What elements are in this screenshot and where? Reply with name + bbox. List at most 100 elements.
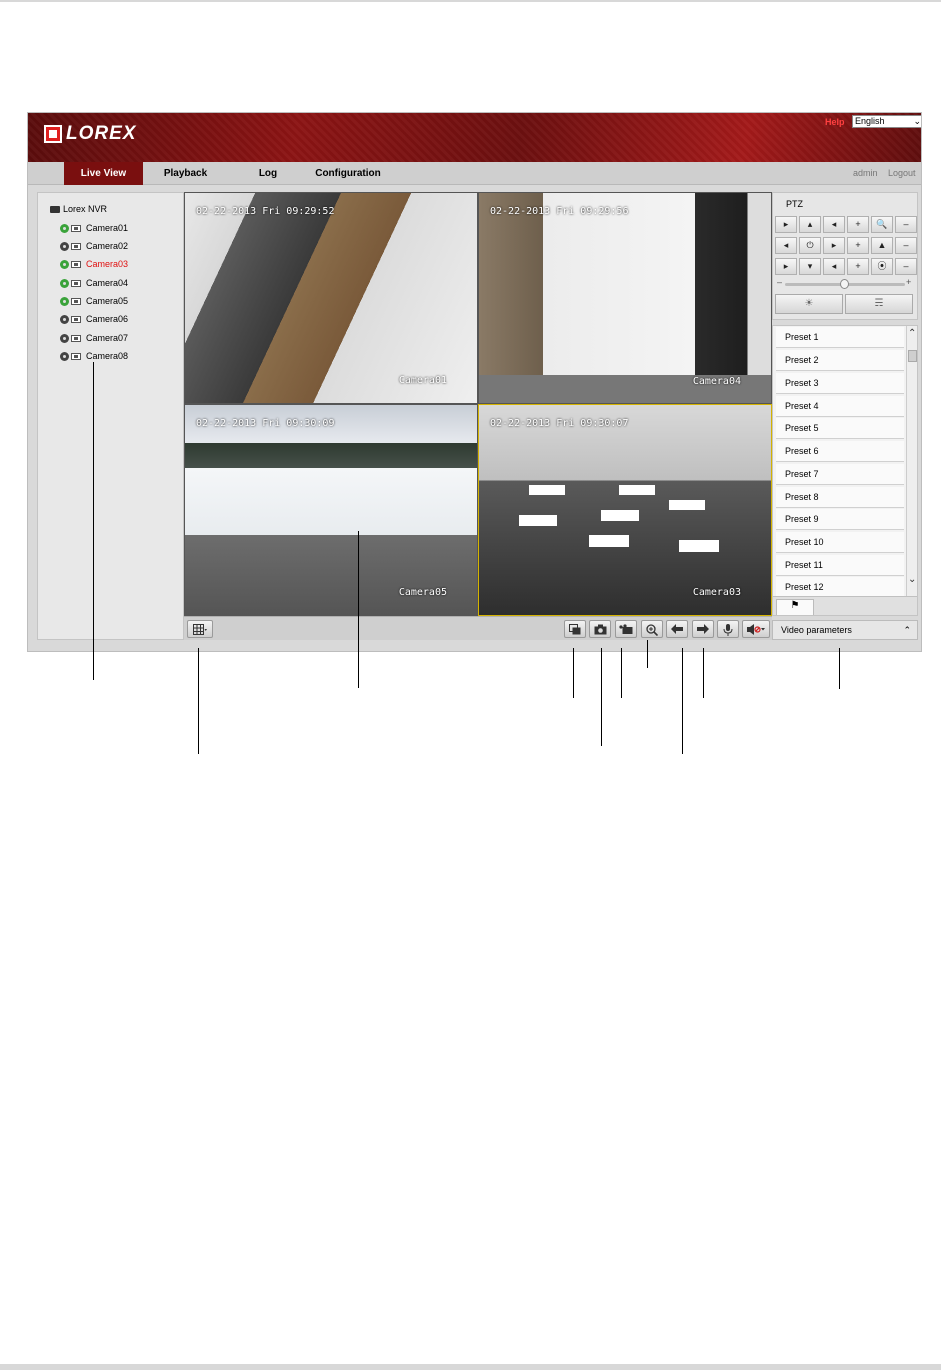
logo-text: LOREX: [66, 123, 137, 144]
ptz-left-button[interactable]: ◂: [775, 237, 797, 254]
iris-minus-button[interactable]: –: [895, 258, 917, 275]
camera-status-icon: [60, 278, 69, 288]
next-page-button[interactable]: [692, 620, 714, 638]
scrollbar-thumb[interactable]: [908, 350, 917, 362]
video-tile-3[interactable]: 02-22-2013 Fri 09:30:09 Camera05: [184, 404, 478, 616]
video-timestamp: 02-22-2013 Fri 09:29:52: [196, 206, 335, 217]
tree-camera-05[interactable]: Camera05: [60, 295, 128, 307]
tab-live-view[interactable]: Live View: [64, 162, 143, 185]
ptz-up-left-button[interactable]: ▸: [775, 216, 797, 233]
preset-item[interactable]: Preset 3: [776, 373, 904, 394]
camera-label: Camera07: [86, 333, 129, 343]
arrow-down-icon: ▾: [807, 261, 813, 271]
preset-item[interactable]: Preset 8: [776, 487, 904, 508]
arrow-up-left-icon: ▸: [783, 219, 789, 229]
volume-button[interactable]: [742, 620, 770, 638]
tab-playback[interactable]: Playback: [154, 162, 217, 185]
ptz-down-button[interactable]: ▾: [799, 258, 821, 275]
speed-plus-icon: +: [906, 277, 912, 287]
tree-camera-08[interactable]: Camera08: [60, 350, 128, 362]
tree-camera-07[interactable]: Camera07: [60, 332, 128, 344]
tree-camera-01[interactable]: Camera01: [60, 222, 128, 234]
ptz-up-right-button[interactable]: ◂: [823, 216, 845, 233]
chevron-down-icon[interactable]: ⌄: [908, 574, 916, 585]
window-layout-button[interactable]: [187, 620, 213, 638]
help-link[interactable]: Help: [825, 117, 845, 127]
camera-status-icon: [60, 241, 69, 251]
bottom-rule: [0, 1364, 941, 1370]
record-all-button[interactable]: [615, 620, 637, 638]
previous-page-button[interactable]: [666, 620, 688, 638]
video-toolbar: [184, 616, 772, 640]
focus-label-button: ▲: [871, 237, 893, 254]
camera-status-icon: [60, 333, 69, 343]
zoom-plus-button[interactable]: +: [847, 216, 869, 233]
ptz-speed-handle[interactable]: [840, 279, 849, 289]
video-tile-4[interactable]: 02-22-2013 Fri 09:30:07 Camera03: [478, 404, 772, 616]
preset-item[interactable]: Preset 12: [776, 577, 904, 598]
camera-label: Camera01: [86, 223, 129, 233]
grid-layout-icon: [193, 624, 207, 635]
wiper-icon: ☴: [874, 298, 884, 309]
zoom-minus-button[interactable]: –: [895, 216, 917, 233]
preset-scrollbar[interactable]: ⌃ ⌄: [906, 326, 917, 615]
preset-item[interactable]: Preset 1: [776, 327, 904, 348]
logo-mark-icon: [44, 125, 62, 143]
tree-camera-02[interactable]: Camera02: [60, 240, 128, 252]
tree-root[interactable]: Lorex NVR: [50, 204, 107, 214]
preset-tab[interactable]: ⚑: [776, 599, 814, 615]
preset-item[interactable]: Preset 6: [776, 441, 904, 462]
arrow-right-icon: [697, 624, 709, 634]
video-tile-1[interactable]: 02-22-2013 Fri 09:29:52 Camera01: [184, 192, 478, 404]
tab-log[interactable]: Log: [246, 162, 290, 185]
ptz-up-button[interactable]: ▴: [799, 216, 821, 233]
preset-item[interactable]: Preset 9: [776, 509, 904, 530]
language-select[interactable]: English ⌄: [852, 115, 921, 128]
camera-status-icon: [60, 259, 69, 269]
camera-label: Camera03: [86, 259, 129, 269]
video-tile-2[interactable]: 02-22-2013 Fri 09:29:56 Camera04: [478, 192, 772, 404]
preset-item[interactable]: Preset 5: [776, 418, 904, 439]
iris-plus-button[interactable]: +: [847, 258, 869, 275]
ptz-auto-button[interactable]: ⏻: [799, 237, 821, 254]
record-icon: [71, 224, 81, 232]
tab-configuration[interactable]: Configuration: [310, 162, 386, 185]
light-button[interactable]: ☀: [775, 294, 843, 314]
tree-camera-03[interactable]: Camera03: [60, 258, 128, 270]
record-icon: [71, 242, 81, 250]
lorex-logo: LOREX: [44, 123, 136, 145]
camera-status-icon: [60, 223, 69, 233]
digital-zoom-button[interactable]: [641, 620, 663, 638]
two-way-audio-button[interactable]: [717, 620, 739, 638]
preset-item[interactable]: Preset 4: [776, 396, 904, 417]
tree-camera-06[interactable]: Camera06: [60, 313, 128, 325]
callout-line: [358, 531, 359, 688]
ptz-panel: PTZ ▸ ▴ ◂ + 🔍 – ◂ ⏻ ▸ + ▲ – ▸ ▾ ◂ + ⦿ – …: [772, 192, 918, 640]
iris-label-button: ⦿: [871, 258, 893, 275]
ptz-down-right-button[interactable]: ◂: [823, 258, 845, 275]
plus-icon: +: [855, 240, 861, 250]
preset-item[interactable]: Preset 10: [776, 532, 904, 553]
capture-button[interactable]: [589, 620, 611, 638]
video-parameters-bar[interactable]: Video parameters ⌃: [772, 620, 918, 640]
username: admin: [853, 168, 878, 178]
preset-item[interactable]: Preset 7: [776, 464, 904, 485]
preset-item[interactable]: Preset 11: [776, 555, 904, 576]
plus-icon: +: [855, 219, 861, 229]
ptz-down-left-button[interactable]: ▸: [775, 258, 797, 275]
callout-line: [682, 648, 683, 754]
preset-list: Preset 1 Preset 2 Preset 3 Preset 4 Pres…: [772, 325, 918, 616]
tree-camera-04[interactable]: Camera04: [60, 277, 128, 289]
chevron-up-icon[interactable]: ⌃: [908, 328, 916, 339]
stop-all-icon: [569, 624, 581, 635]
logout-link[interactable]: Logout: [888, 168, 916, 178]
focus-minus-button[interactable]: –: [895, 237, 917, 254]
stop-all-preview-button[interactable]: [564, 620, 586, 638]
wiper-button[interactable]: ☴: [845, 294, 913, 314]
speaker-mute-icon: [747, 624, 765, 635]
power-icon: ⏻: [806, 240, 814, 250]
ptz-right-button[interactable]: ▸: [823, 237, 845, 254]
arrow-right-icon: ▸: [831, 240, 837, 250]
preset-item[interactable]: Preset 2: [776, 350, 904, 371]
focus-plus-button[interactable]: +: [847, 237, 869, 254]
